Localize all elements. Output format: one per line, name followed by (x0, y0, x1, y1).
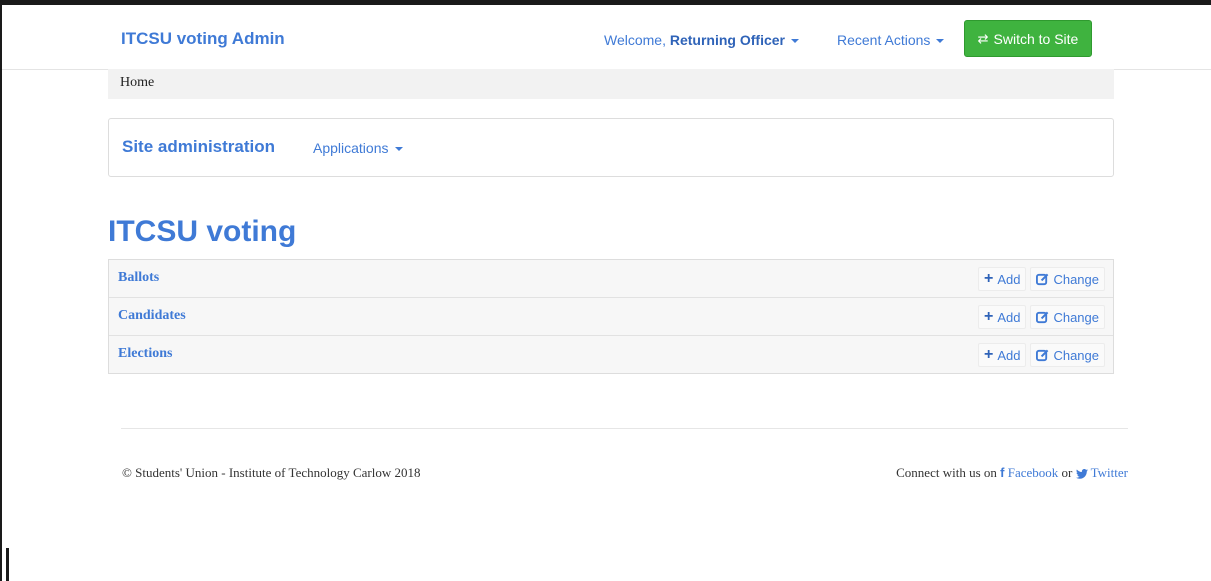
model-actions: + Add Change (977, 267, 1105, 291)
brand-link[interactable]: ITCSU voting Admin (121, 29, 285, 49)
model-link-elections[interactable]: Elections (118, 346, 172, 362)
window-frame-left (0, 0, 2, 581)
facebook-link[interactable]: f Facebook (1000, 465, 1058, 480)
footer-divider (121, 428, 1128, 429)
caret-down-icon (791, 39, 799, 44)
applications-label: Applications (313, 140, 389, 156)
change-election-button[interactable]: Change (1030, 343, 1105, 367)
add-election-button[interactable]: + Add (977, 343, 1027, 367)
swap-arrows-icon: ⇄ (977, 30, 989, 46)
footer-copyright: © Students' Union - Institute of Technol… (122, 465, 421, 480)
model-list: Ballots + Add Change Candidates + Add Ch… (108, 259, 1114, 374)
twitter-label: Twitter (1090, 465, 1128, 480)
plus-icon: + (983, 308, 994, 325)
site-admin-subnav: Site administration Applications (108, 118, 1114, 177)
edit-icon (1036, 311, 1049, 323)
recent-actions-dropdown[interactable]: Recent Actions (837, 32, 945, 48)
model-actions: + Add Change (977, 305, 1105, 329)
footer-social: Connect with us on f Facebook or Twitter (896, 465, 1128, 481)
top-navbar: ITCSU voting Admin Welcome, Returning Of… (2, 5, 1211, 70)
change-ballot-button[interactable]: Change (1030, 267, 1105, 291)
add-ballot-button[interactable]: + Add (977, 267, 1027, 291)
or-text: or (1061, 465, 1073, 480)
model-link-ballots[interactable]: Ballots (118, 270, 159, 286)
model-actions: + Add Change (977, 343, 1105, 367)
model-row-elections: Elections + Add Change (109, 335, 1113, 373)
caret-down-icon (936, 39, 945, 44)
twitter-icon (1075, 469, 1088, 479)
breadcrumb: Home (108, 69, 1114, 99)
breadcrumb-home[interactable]: Home (120, 75, 154, 90)
site-administration-link[interactable]: Site administration (122, 137, 275, 157)
twitter-link[interactable]: Twitter (1075, 465, 1128, 480)
plus-icon: + (983, 346, 994, 363)
add-label: Add (997, 309, 1021, 325)
switch-to-site-button[interactable]: ⇄ Switch to Site (964, 20, 1092, 57)
add-label: Add (997, 271, 1021, 287)
change-label: Change (1053, 347, 1099, 363)
model-row-candidates: Candidates + Add Change (109, 297, 1113, 335)
add-label: Add (997, 347, 1021, 363)
edit-icon (1036, 273, 1049, 285)
add-candidate-button[interactable]: + Add (977, 305, 1027, 329)
recent-actions-label: Recent Actions (837, 32, 931, 48)
change-label: Change (1053, 309, 1099, 325)
app-title: ITCSU voting (108, 215, 297, 248)
change-candidate-button[interactable]: Change (1030, 305, 1105, 329)
caret-down-icon (394, 147, 403, 152)
change-label: Change (1053, 271, 1099, 287)
model-link-candidates[interactable]: Candidates (118, 308, 186, 324)
model-row-ballots: Ballots + Add Change (109, 260, 1113, 297)
welcome-user-dropdown[interactable]: Welcome, Returning Officer (604, 32, 799, 48)
plus-icon: + (983, 270, 994, 287)
facebook-label: Facebook (1007, 465, 1059, 480)
welcome-prefix: Welcome, (604, 32, 666, 48)
window-frame-marker (6, 548, 9, 581)
switch-to-site-label: Switch to Site (993, 30, 1079, 47)
connect-prefix: Connect with us on (896, 465, 997, 480)
edit-icon (1036, 349, 1049, 361)
applications-dropdown[interactable]: Applications (313, 140, 403, 156)
welcome-username: Returning Officer (669, 32, 785, 48)
facebook-icon: f (1000, 465, 1005, 480)
